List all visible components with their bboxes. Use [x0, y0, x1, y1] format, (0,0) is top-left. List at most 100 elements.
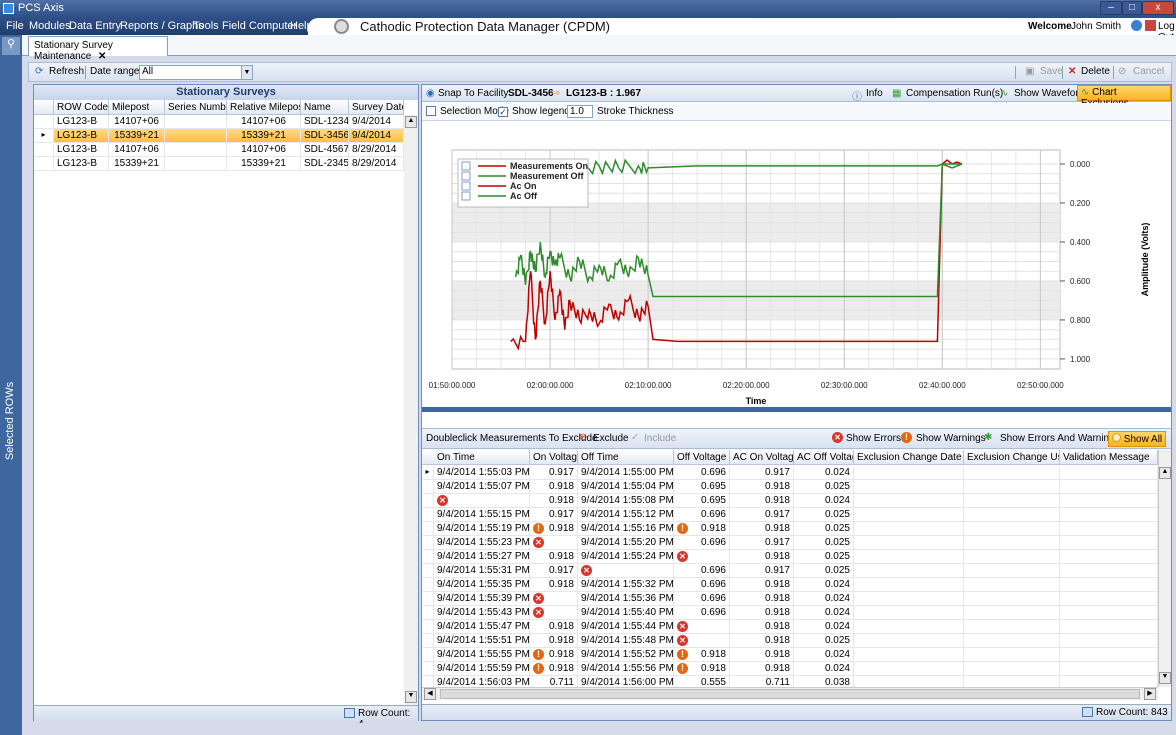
menu-modules[interactable]: Modules	[29, 20, 71, 32]
column-header[interactable]: Relative Milepost	[227, 100, 301, 115]
info-button[interactable]: Info	[866, 88, 883, 99]
survey-cell[interactable]: 9/4/2014	[349, 115, 404, 129]
row-indicator[interactable]	[34, 115, 54, 129]
scroll-thumb[interactable]	[440, 689, 1140, 699]
column-header[interactable]: Off Voltage	[674, 450, 730, 465]
row-indicator[interactable]	[422, 592, 434, 606]
exclude-button[interactable]: Exclude	[593, 433, 629, 444]
logout-icon[interactable]	[1145, 20, 1156, 31]
column-header[interactable]: AC On Voltage	[730, 450, 794, 465]
column-header[interactable]: Name	[301, 100, 349, 115]
row-indicator[interactable]	[422, 564, 434, 578]
row-indicator[interactable]	[422, 648, 434, 662]
scroll-right-icon[interactable]: ▶	[1144, 688, 1156, 700]
search-icon[interactable]: ⚲	[2, 37, 20, 55]
column-header[interactable]: Exclusion Change User	[964, 450, 1060, 465]
survey-cell[interactable]	[165, 143, 227, 157]
tab-stationary-survey-maintenance[interactable]: Stationary Survey Maintenance ✕	[28, 36, 168, 62]
close-window-button[interactable]: x	[1142, 1, 1174, 15]
scroll-down-icon[interactable]: ▼	[1159, 672, 1171, 684]
menu-reports-graphs[interactable]: Reports / Graphs	[120, 20, 204, 32]
survey-cell[interactable]: LG123-B	[54, 143, 109, 157]
show-warnings-button[interactable]: Show Warnings	[916, 433, 986, 444]
column-header[interactable]: Off Time	[578, 450, 674, 465]
delete-icon[interactable]: ✕	[1068, 66, 1076, 77]
menu-data-entry[interactable]: Data Entry	[69, 20, 121, 32]
row-indicator[interactable]	[422, 620, 434, 634]
show-errors-button[interactable]: Show Errors	[846, 433, 901, 444]
chevron-down-icon[interactable]: ▼	[241, 66, 252, 79]
save-icon[interactable]: ▣	[1025, 66, 1034, 77]
compensation-icon[interactable]: ▦	[892, 88, 901, 99]
survey-cell[interactable]: 14107+06	[109, 143, 165, 157]
cancel-button[interactable]: Cancel	[1133, 66, 1164, 77]
refresh-button[interactable]: Refresh	[49, 66, 84, 77]
survey-cell[interactable]: SDL-4567	[301, 143, 349, 157]
info-icon[interactable]: ⓘ	[852, 88, 862, 103]
row-indicator[interactable]	[34, 143, 54, 157]
column-header[interactable]: Series Number	[165, 100, 227, 115]
column-header[interactable]: Exclusion Change Date	[854, 450, 964, 465]
survey-cell[interactable]: LG123-B	[54, 115, 109, 129]
survey-cell[interactable]: 14107+06	[109, 115, 165, 129]
row-indicator[interactable]: ▸	[34, 129, 54, 143]
include-button[interactable]: Include	[644, 433, 676, 444]
row-indicator[interactable]	[422, 550, 434, 564]
survey-cell[interactable]: 9/4/2014	[349, 129, 404, 143]
survey-cell[interactable]	[165, 157, 227, 171]
survey-cell[interactable]: 14107+06	[227, 143, 301, 157]
column-header[interactable]: Validation Message	[1060, 450, 1158, 465]
row-indicator[interactable]	[422, 508, 434, 522]
survey-cell[interactable]: 15339+21	[227, 129, 301, 143]
vertical-scrollbar[interactable]: ▲ ▼	[1158, 450, 1171, 687]
column-header[interactable]: Survey Date	[349, 100, 404, 115]
survey-cell[interactable]: LG123-B	[54, 157, 109, 171]
chart-exclusions-button[interactable]: ∿ Chart Exclusions	[1077, 85, 1171, 109]
cancel-icon[interactable]: ⊘	[1118, 66, 1126, 77]
selection-mode-checkbox[interactable]	[426, 106, 436, 118]
row-indicator[interactable]	[422, 634, 434, 648]
row-indicator[interactable]	[422, 578, 434, 592]
snap-icon[interactable]: ◉	[426, 88, 435, 99]
survey-cell[interactable]: SDL-1234	[301, 115, 349, 129]
maximize-button[interactable]: □	[1122, 1, 1142, 15]
scroll-left-icon[interactable]: ◀	[424, 688, 436, 700]
show-errors-and-warnings-button[interactable]: Show Errors And Warnings	[1000, 433, 1120, 444]
stroke-thickness-spinner[interactable]: 1.0	[567, 105, 593, 118]
row-indicator[interactable]	[422, 676, 434, 687]
column-header[interactable]: On Time	[434, 450, 530, 465]
menu-field-computer[interactable]: Field Computer	[222, 20, 297, 32]
date-range-select[interactable]: All ▼	[139, 65, 253, 80]
column-header[interactable]: ROW Code	[54, 100, 109, 115]
row-indicator[interactable]	[34, 157, 54, 171]
save-button[interactable]: Save	[1040, 66, 1063, 77]
snap-to-facility-button[interactable]: Snap To Facility	[438, 88, 508, 99]
survey-cell[interactable]	[165, 115, 227, 129]
scroll-up-icon[interactable]: ▲	[405, 116, 417, 128]
survey-cell[interactable]	[165, 129, 227, 143]
waveform-icon[interactable]: ∿	[1000, 88, 1008, 99]
scroll-down-icon[interactable]: ▼	[405, 691, 417, 703]
survey-cell[interactable]: SDL-3456	[301, 129, 349, 143]
column-header[interactable]: On Voltage	[530, 450, 578, 465]
horizontal-scrollbar[interactable]: ◀ ▶	[422, 687, 1158, 700]
splitter-handle[interactable]	[422, 407, 1171, 412]
compensation-runs-button[interactable]: Compensation Run(s)	[906, 88, 1003, 99]
menu-tools[interactable]: Tools	[193, 20, 219, 32]
row-indicator[interactable]: ▸	[422, 466, 434, 480]
row-indicator[interactable]	[422, 536, 434, 550]
refresh-icon[interactable]: ⟳	[35, 66, 43, 77]
survey-cell[interactable]: 14107+06	[227, 115, 301, 129]
row-indicator[interactable]	[422, 494, 434, 508]
measurement-chart[interactable]: 01:50:00.000 02:00:00.000 02:10:00.000 02:2…	[422, 122, 1171, 407]
row-indicator[interactable]	[422, 662, 434, 676]
column-header[interactable]: AC Off Voltage	[794, 450, 854, 465]
show-legend-checkbox[interactable]: ✓	[498, 106, 508, 117]
survey-cell[interactable]: 15339+21	[227, 157, 301, 171]
survey-cell[interactable]: 8/29/2014	[349, 157, 404, 171]
survey-cell[interactable]: LG123-B	[54, 129, 109, 143]
vertical-scrollbar[interactable]: ▲ ▼	[404, 115, 418, 705]
row-indicator[interactable]	[422, 480, 434, 494]
close-tab-icon[interactable]: ✕	[98, 51, 106, 62]
show-all-button[interactable]: Show All	[1108, 431, 1167, 447]
